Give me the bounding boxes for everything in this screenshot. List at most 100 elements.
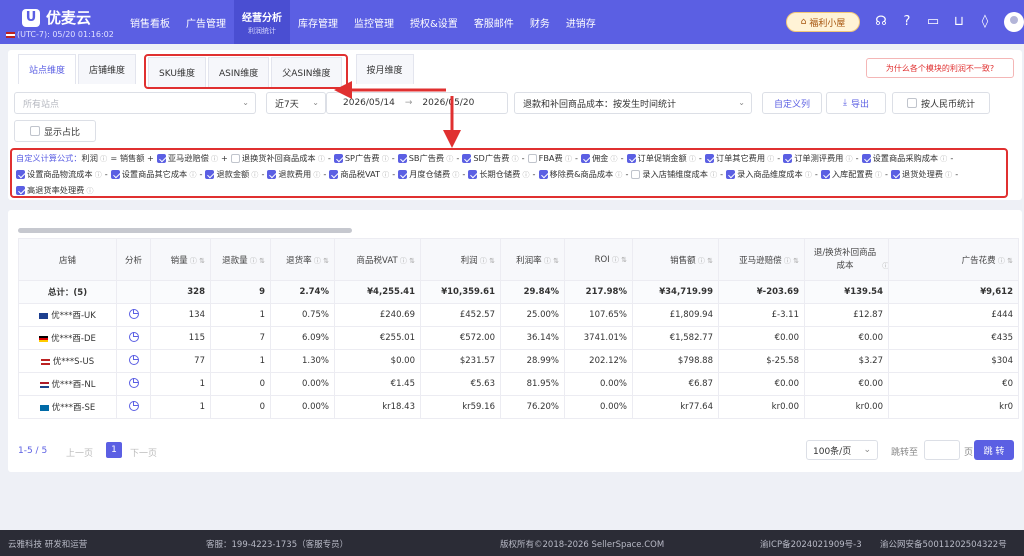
- sort-icon[interactable]: ⓘ ⇅: [782, 257, 799, 265]
- help-icon[interactable]: ⓘ: [444, 155, 453, 163]
- formula-term[interactable]: 亚马逊赔偿 ⓘ: [156, 153, 218, 163]
- nav-service-mail[interactable]: 客服邮件: [466, 0, 522, 44]
- sort-icon[interactable]: ⓘ ⇅: [880, 262, 887, 270]
- avatar[interactable]: [1004, 12, 1024, 32]
- formula-term[interactable]: SP广告费 ⓘ: [333, 153, 389, 163]
- sort-icon[interactable]: ⓘ ⇅: [248, 257, 265, 265]
- formula-term-checkbox[interactable]: [891, 170, 900, 179]
- formula-term-checkbox[interactable]: [205, 170, 215, 179]
- formula-term[interactable]: 退款费用 ⓘ: [267, 169, 320, 179]
- formula-term-checkbox[interactable]: [16, 170, 25, 179]
- custom-columns-button[interactable]: 自定义列: [762, 92, 822, 114]
- message-icon[interactable]: ▭: [924, 12, 942, 30]
- nav-ads[interactable]: 广告管理: [178, 0, 234, 44]
- cart-icon[interactable]: ⊔: [950, 12, 968, 30]
- formula-term[interactable]: 移除费&商品成本 ⓘ: [538, 169, 622, 179]
- formula-term-checkbox[interactable]: [333, 154, 343, 163]
- profit-difference-link[interactable]: 为什么各个模块的利润不一致?: [866, 58, 1014, 78]
- nav-sales-dashboard[interactable]: 销售看板: [122, 0, 178, 44]
- rmb-toggle[interactable]: 按人民币统计: [892, 92, 990, 114]
- page-size-select[interactable]: 100条/页 ⌄: [806, 440, 878, 460]
- formula-term[interactable]: 入库配置费 ⓘ: [820, 169, 882, 179]
- pie-chart-icon[interactable]: [128, 354, 139, 365]
- formula-term-checkbox[interactable]: [580, 154, 590, 163]
- formula-term-checkbox[interactable]: [861, 154, 871, 163]
- formula-term[interactable]: 设置商品采购成本 ⓘ: [861, 153, 947, 163]
- analysis-cell[interactable]: [116, 372, 151, 396]
- column-header[interactable]: 退货率 ⓘ ⇅: [270, 238, 335, 281]
- nav-business-analysis[interactable]: 经营分析 利润统计: [234, 0, 290, 44]
- help-icon[interactable]: ⓘ: [380, 171, 389, 179]
- formula-term-checkbox[interactable]: [538, 170, 548, 179]
- column-header[interactable]: 退/换货补回商品成本 ⓘ ⇅: [804, 238, 889, 281]
- nav-purchase-sales-stock[interactable]: 进销存: [558, 0, 604, 44]
- formula-term-checkbox[interactable]: [783, 154, 793, 163]
- export-button[interactable]: ⤓ 导出: [826, 92, 886, 114]
- help-icon[interactable]: ⓘ: [608, 155, 618, 163]
- help-icon[interactable]: ⓘ: [209, 155, 218, 163]
- help-icon[interactable]: ⓘ: [84, 187, 94, 195]
- formula-term[interactable]: 订单促销金额 ⓘ: [626, 153, 696, 163]
- formula-term[interactable]: 录入商品维度成本 ⓘ: [726, 169, 812, 179]
- sort-icon[interactable]: ⓘ ⇅: [542, 257, 559, 265]
- formula-term-checkbox[interactable]: [398, 170, 408, 179]
- period-select[interactable]: 近7天 ⌄: [266, 92, 326, 114]
- sort-icon[interactable]: ⓘ ⇅: [696, 257, 713, 265]
- sort-icon[interactable]: ⓘ ⇅: [478, 257, 495, 265]
- column-header[interactable]: 亚马逊赔偿 ⓘ ⇅: [718, 238, 805, 281]
- formula-term[interactable]: 订单其它费用 ⓘ: [704, 153, 774, 163]
- help-icon[interactable]: ⓘ: [520, 171, 530, 179]
- formula-term-checkbox[interactable]: [397, 154, 407, 163]
- site-select[interactable]: 所有站点 ⌄: [14, 92, 256, 114]
- headset-icon[interactable]: ☊: [872, 12, 890, 30]
- help-icon[interactable]: ⓘ: [873, 171, 882, 179]
- formula-term-checkbox[interactable]: [462, 154, 472, 163]
- pie-chart-icon[interactable]: [128, 377, 139, 388]
- formula-term[interactable]: 商品税VAT ⓘ: [329, 169, 389, 179]
- formula-term-checkbox[interactable]: [230, 154, 240, 163]
- page-number-1[interactable]: 1: [106, 442, 122, 458]
- nav-monitoring[interactable]: 监控管理: [346, 0, 402, 44]
- analysis-cell[interactable]: [116, 326, 151, 350]
- pie-chart-icon[interactable]: [128, 331, 139, 342]
- formula-term[interactable]: 退换货补回商品成本 ⓘ: [230, 153, 325, 163]
- sort-icon[interactable]: ⓘ ⇅: [398, 257, 415, 265]
- formula-term[interactable]: 长期仓储费 ⓘ: [468, 169, 530, 179]
- formula-term-checkbox[interactable]: [267, 170, 277, 179]
- formula-term-checkbox[interactable]: [527, 154, 537, 163]
- date-range-picker[interactable]: 2026/05/14 → 2026/05/20: [326, 92, 508, 114]
- help-icon[interactable]: ⓘ: [613, 171, 622, 179]
- analysis-cell[interactable]: [116, 349, 151, 373]
- formula-term[interactable]: 设置商品物流成本 ⓘ: [16, 169, 102, 179]
- help-icon[interactable]: ⓘ: [187, 171, 196, 179]
- help-icon[interactable]: ⓘ: [380, 155, 389, 163]
- prev-page[interactable]: 上一页: [66, 446, 93, 459]
- help-icon[interactable]: ⓘ: [687, 155, 696, 163]
- formula-term[interactable]: 高退货率处理费 ⓘ: [16, 185, 94, 195]
- logo[interactable]: U 优麦云: [22, 7, 91, 28]
- formula-term[interactable]: SD广告费 ⓘ: [462, 153, 519, 163]
- help-icon[interactable]: ⓘ: [450, 171, 459, 179]
- formula-term-checkbox[interactable]: [329, 170, 339, 179]
- nav-inventory[interactable]: 库存管理: [290, 0, 346, 44]
- help-icon[interactable]: ⓘ: [943, 171, 952, 179]
- analysis-cell[interactable]: [116, 395, 151, 419]
- sort-icon[interactable]: ⓘ ⇅: [188, 257, 205, 265]
- tab-asin[interactable]: ASIN维度: [208, 57, 270, 87]
- formula-term-checkbox[interactable]: [468, 170, 478, 179]
- pie-chart-icon[interactable]: [128, 400, 139, 411]
- sort-icon[interactable]: ⓘ ⇅: [996, 257, 1013, 265]
- tab-parent-asin[interactable]: 父ASIN维度: [271, 57, 342, 87]
- nav-auth-settings[interactable]: 授权&设置: [402, 0, 466, 44]
- jump-button[interactable]: 跳 转: [974, 440, 1014, 460]
- help-icon[interactable]: ⓘ: [843, 155, 853, 163]
- help-icon[interactable]: ⓘ: [93, 171, 102, 179]
- formula-term[interactable]: SB广告费 ⓘ: [397, 153, 453, 163]
- help-icon[interactable]: ⓘ: [316, 155, 325, 163]
- help-icon[interactable]: ⓘ: [803, 171, 812, 179]
- help-icon[interactable]: ⓘ: [563, 155, 572, 163]
- formula-term-checkbox[interactable]: [16, 186, 25, 195]
- formula-term-checkbox[interactable]: [726, 170, 736, 179]
- jump-page-input[interactable]: [924, 440, 960, 460]
- bell-icon[interactable]: ◊: [976, 12, 994, 30]
